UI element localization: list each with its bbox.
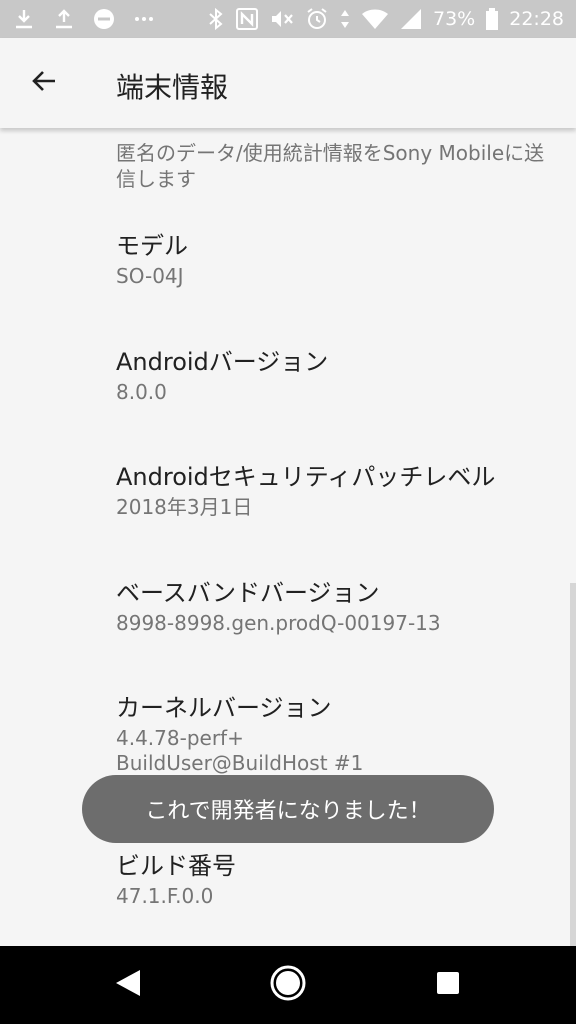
list-item-title: ビルド番号 xyxy=(116,852,236,880)
list-item-summary-line: 4.4.78-perf+ xyxy=(116,726,244,750)
arrow-back-icon xyxy=(30,67,58,99)
navigation-bar xyxy=(0,946,576,1024)
status-bar-left xyxy=(12,7,156,31)
list-item-build-number[interactable]: ビルド番号 47.1.F.0.0 xyxy=(116,850,546,909)
list-item-summary: 8.0.0 xyxy=(116,380,167,404)
home-icon xyxy=(269,964,307,1006)
list-item-summary: 匿名のデータ/使用統計情報をSony Mobileに送信します xyxy=(116,141,545,191)
nfc-icon xyxy=(235,7,259,31)
list-item-title: モデル xyxy=(116,232,188,260)
upload-icon xyxy=(52,7,76,31)
back-button[interactable] xyxy=(24,63,64,103)
clock: 22:28 xyxy=(509,8,564,30)
list-item-summary-line: BuildUser@BuildHost #1 xyxy=(116,751,364,775)
list-item-title: Androidセキュリティパッチレベル xyxy=(116,463,496,491)
wifi-icon xyxy=(361,7,389,31)
nav-recents-button[interactable] xyxy=(428,965,468,1005)
dnd-icon xyxy=(92,7,116,31)
back-icon xyxy=(114,968,142,1002)
nav-back-button[interactable] xyxy=(108,965,148,1005)
list-item-android-version[interactable]: Androidバージョン 8.0.0 xyxy=(116,346,546,405)
list-item-title: カーネルバージョン xyxy=(116,694,332,722)
list-item-model[interactable]: モデル SO-04J xyxy=(116,230,546,289)
list-item-summary: 2018年3月1日 xyxy=(116,495,253,519)
toast-message: これで開発者になりました！ xyxy=(82,775,494,843)
data-activity-icon xyxy=(339,7,351,31)
page-title: 端末情報 xyxy=(116,71,229,104)
battery-percent: 73% xyxy=(433,8,476,30)
battery-icon xyxy=(485,7,499,31)
status-bar-right: 73% 22:28 xyxy=(207,7,564,31)
scrollbar[interactable] xyxy=(570,583,576,946)
list-item-summary: SO-04J xyxy=(116,264,184,288)
status-bar: 73% 22:28 xyxy=(0,0,576,38)
nav-home-button[interactable] xyxy=(268,965,308,1005)
list-item-security-patch[interactable]: Androidセキュリティパッチレベル 2018年3月1日 xyxy=(116,461,546,520)
signal-icon xyxy=(399,7,423,31)
alarm-icon xyxy=(305,7,329,31)
bluetooth-icon xyxy=(207,7,225,31)
list-item-title: Androidバージョン xyxy=(116,348,329,376)
mute-icon xyxy=(269,7,295,31)
list-item-title: ベースバンドバージョン xyxy=(116,579,380,607)
list-item-summary: 8998-8998.gen.prodQ-00197-13 xyxy=(116,611,441,635)
list-item-baseband-version[interactable]: ベースバンドバージョン 8998-8998.gen.prodQ-00197-13 xyxy=(116,577,546,636)
download-icon xyxy=(12,7,36,31)
more-notifications-icon xyxy=(132,7,156,31)
recents-icon xyxy=(435,970,461,1000)
list-item-summary: 47.1.F.0.0 xyxy=(116,884,214,908)
app-bar: 端末情報 xyxy=(0,38,576,128)
list-item-send-usage-data[interactable]: 匿名のデータ/使用統計情報をSony Mobileに送信します xyxy=(116,140,546,192)
